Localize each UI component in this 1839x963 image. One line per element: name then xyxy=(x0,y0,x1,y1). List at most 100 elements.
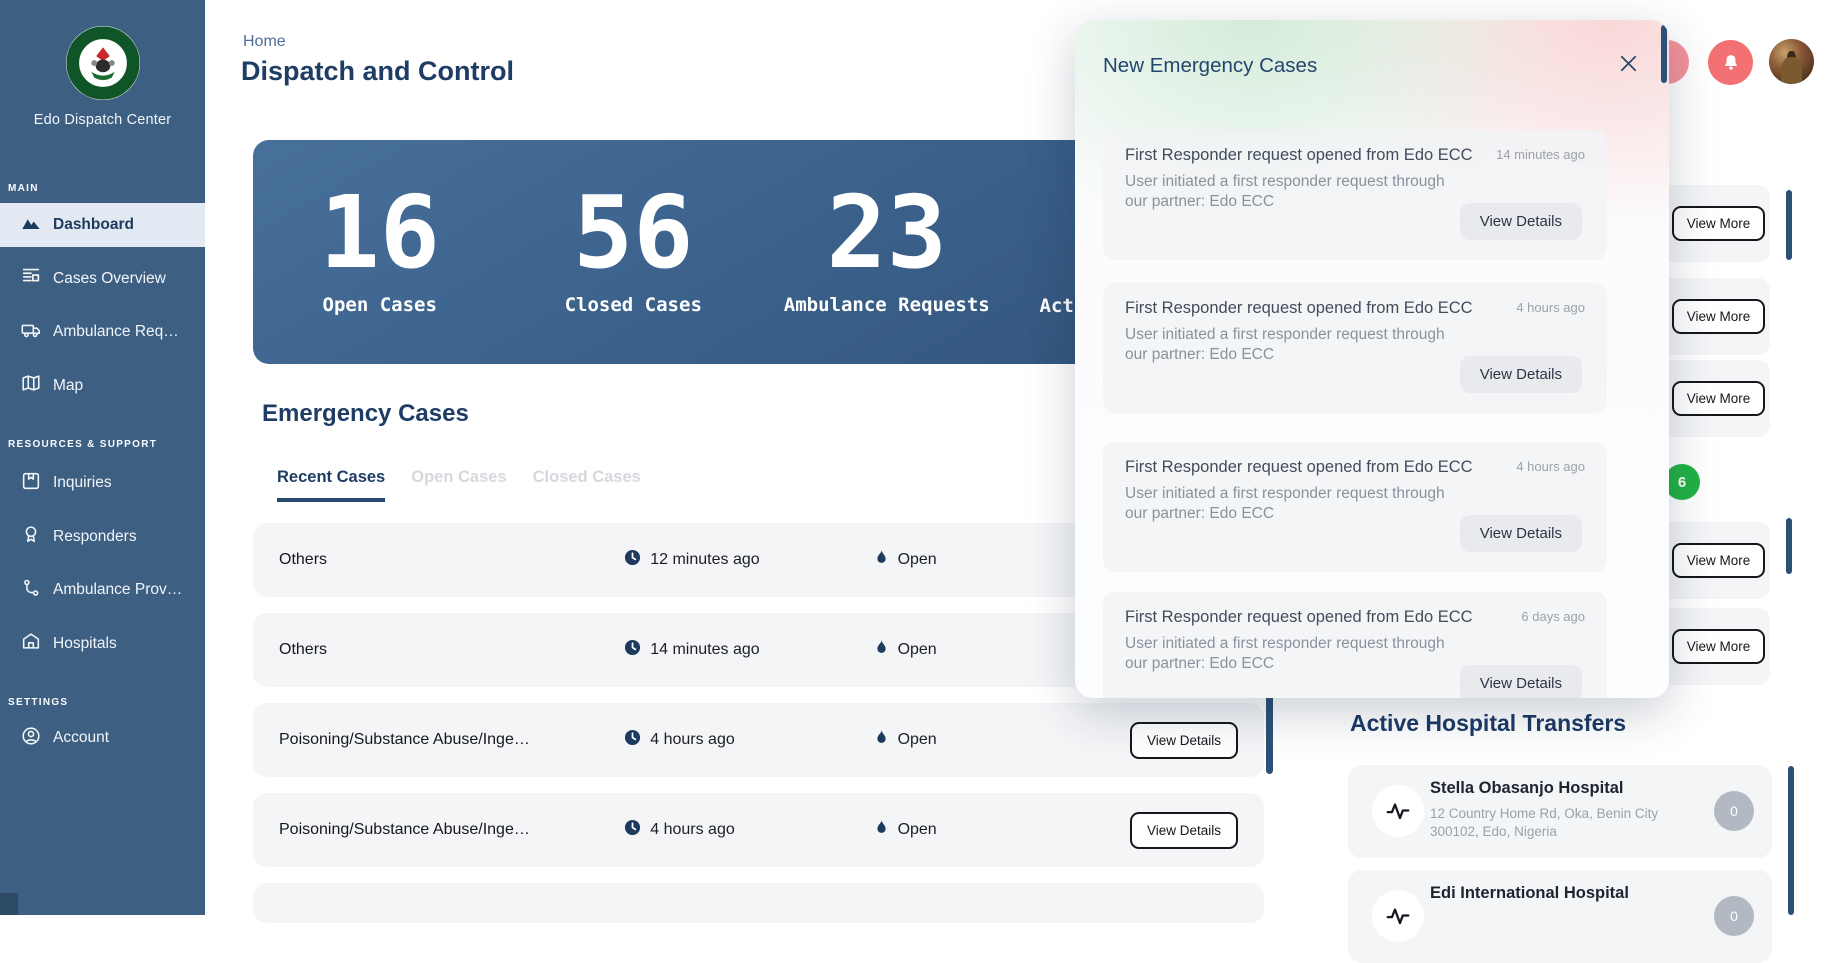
sidebar-item-label: Account xyxy=(53,729,110,746)
clock-icon xyxy=(624,819,641,841)
case-time-cell: 4 hours ago xyxy=(624,819,873,841)
case-status: Open xyxy=(897,821,937,838)
case-time-cell: 4 hours ago xyxy=(624,729,873,751)
case-type: Poisoning/Substance Abuse/Inge… xyxy=(279,821,530,838)
emergency-notification-card: First Responder request opened from Edo … xyxy=(1103,130,1607,260)
view-more-button[interactable]: View More xyxy=(1672,629,1765,664)
sidebar-scroll-corner xyxy=(0,893,18,915)
case-tab[interactable]: Open Cases xyxy=(411,468,506,502)
sidebar-item-label: Hospitals xyxy=(53,634,117,652)
stat-closed-cases: 56 Closed Cases xyxy=(507,140,761,364)
notifications-bell-button[interactable] xyxy=(1708,40,1753,85)
stat-open-cases: 16 Open Cases xyxy=(253,140,507,364)
active-hospital-transfers-heading: Active Hospital Transfers xyxy=(1350,710,1627,736)
sidebar-item-label: Ambulance Req… xyxy=(53,323,179,340)
case-row-partial xyxy=(253,883,1264,923)
case-type: Others xyxy=(279,551,328,568)
case-status-cell: Open xyxy=(874,729,1085,751)
notification-description: User initiated a first responder request… xyxy=(1125,326,1445,364)
view-more-button[interactable]: View More xyxy=(1672,206,1765,241)
view-details-button[interactable]: View Details xyxy=(1129,811,1238,849)
view-details-chip[interactable]: View Details xyxy=(1459,203,1582,240)
right-panel-scrollbar[interactable] xyxy=(1786,190,1792,260)
notification-time: 14 minutes ago xyxy=(1496,147,1585,162)
case-time-cell: 14 minutes ago xyxy=(624,639,873,661)
org-name: Edo Dispatch Center xyxy=(33,112,172,128)
case-status-cell: Open xyxy=(874,639,1085,661)
case-tab[interactable]: Recent Cases xyxy=(277,468,386,502)
sidebar-item-label: Cases Overview xyxy=(53,269,166,287)
activity-icon xyxy=(1372,785,1424,837)
count-badge-green: 6 xyxy=(1664,464,1700,500)
hospital-building-icon xyxy=(20,630,42,657)
view-details-button[interactable]: View Details xyxy=(1129,721,1238,759)
sidebar-item-label: Responders xyxy=(53,527,137,545)
sidebar-item[interactable]: Hospitals xyxy=(0,622,205,666)
account-user-icon xyxy=(20,725,42,752)
case-status-cell: Open xyxy=(874,549,1085,571)
sidebar-item-label: Map xyxy=(53,376,84,394)
sidebar-item[interactable]: Ambulance Prov… xyxy=(0,568,205,612)
hospital-name: Stella Obasanjo Hospital xyxy=(1430,779,1624,797)
view-more-button[interactable]: View More xyxy=(1672,381,1765,416)
view-more-button[interactable]: View More xyxy=(1672,543,1765,578)
sidebar-item-label: Dashboard xyxy=(53,216,134,233)
table-scrollbar[interactable] xyxy=(1266,690,1273,774)
activity-icon xyxy=(1372,890,1424,942)
responders-badge-icon xyxy=(20,523,42,550)
nav-section-settings: SETTINGS xyxy=(8,697,69,708)
dispatch-dashboard: Edo Dispatch Center MAIN Dashboard Cases… xyxy=(0,0,1839,963)
sidebar-item[interactable]: Responders xyxy=(0,515,205,559)
case-status-cell: Open xyxy=(874,819,1085,841)
view-details-chip[interactable]: View Details xyxy=(1459,356,1582,393)
notification-time: 6 days ago xyxy=(1521,609,1585,624)
sidebar: Edo Dispatch Center MAIN Dashboard Cases… xyxy=(0,0,205,915)
case-row: Poisoning/Substance Abuse/Inge… 4 hours … xyxy=(253,703,1264,777)
view-details-chip[interactable]: View Details xyxy=(1459,665,1582,698)
transfer-count-badge: 0 xyxy=(1714,896,1754,936)
case-row: Poisoning/Substance Abuse/Inge… 4 hours … xyxy=(253,793,1264,867)
case-type: Others xyxy=(279,641,328,658)
view-details-chip[interactable]: View Details xyxy=(1459,515,1582,552)
stat-label: Ambulance Requests xyxy=(783,294,990,316)
stat-ambulance-requests: 23 Ambulance Requests xyxy=(760,140,1014,364)
transfers-scrollbar[interactable] xyxy=(1788,766,1794,915)
sidebar-item[interactable]: Map xyxy=(0,364,205,408)
user-avatar[interactable] xyxy=(1769,39,1814,84)
notification-title: First Responder request opened from Edo … xyxy=(1125,299,1473,317)
hospital-name: Edi International Hospital xyxy=(1430,884,1629,902)
hospital-card: Stella Obasanjo Hospital 12 Country Home… xyxy=(1348,765,1772,858)
new-emergency-cases-modal: New Emergency Cases First Responder requ… xyxy=(1075,20,1669,698)
flame-icon xyxy=(874,819,889,841)
right-panel-scrollbar[interactable] xyxy=(1786,518,1792,574)
nav-section-main: MAIN xyxy=(8,183,39,194)
sidebar-item[interactable]: Cases Overview xyxy=(0,257,205,301)
breadcrumb[interactable]: Home xyxy=(243,33,286,51)
case-time: 14 minutes ago xyxy=(650,641,760,658)
view-more-button[interactable]: View More xyxy=(1672,299,1765,334)
case-tabs: Recent Cases Open Cases Closed Cases xyxy=(277,468,641,502)
case-tab[interactable]: Closed Cases xyxy=(533,468,641,502)
sidebar-item[interactable]: Dashboard xyxy=(0,203,205,247)
stat-value: 23 xyxy=(826,174,947,291)
emergency-notification-card: First Responder request opened from Edo … xyxy=(1103,283,1607,413)
hospital-card: Edi International Hospital 0 xyxy=(1348,870,1772,963)
sidebar-item[interactable]: Account xyxy=(0,716,205,760)
case-status: Open xyxy=(897,641,937,658)
notification-title: First Responder request opened from Edo … xyxy=(1125,146,1473,164)
case-status: Open xyxy=(897,731,937,748)
case-type: Poisoning/Substance Abuse/Inge… xyxy=(279,731,530,748)
bell-icon xyxy=(1724,54,1737,70)
sidebar-item[interactable]: Ambulance Req… xyxy=(0,310,205,354)
map-icon xyxy=(20,372,42,399)
nav-section-resources: RESOURCES & SUPPORT xyxy=(8,439,158,450)
cases-overview-icon xyxy=(20,265,42,292)
notification-title: First Responder request opened from Edo … xyxy=(1125,458,1473,476)
notification-time: 4 hours ago xyxy=(1516,459,1585,474)
sidebar-item[interactable]: Inquiries xyxy=(0,461,205,505)
close-icon[interactable] xyxy=(1611,46,1645,80)
clock-icon xyxy=(624,549,641,571)
dashboard-icon xyxy=(20,212,42,239)
modal-scrollbar[interactable] xyxy=(1661,25,1667,83)
emergency-notification-card: First Responder request opened from Edo … xyxy=(1103,592,1607,698)
